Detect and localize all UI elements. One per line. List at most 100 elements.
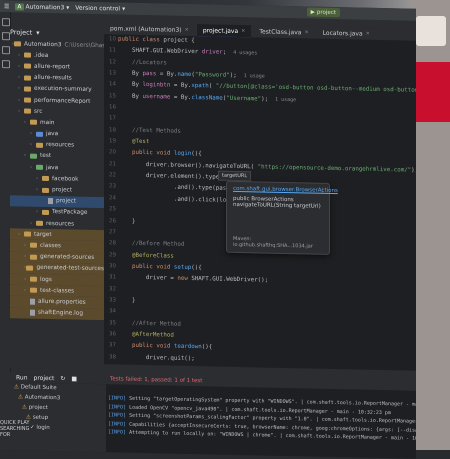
- code-token: (){: [202, 345, 212, 351]
- folder-icon: [24, 75, 31, 80]
- chevron-down-icon: ▾: [122, 5, 125, 12]
- log-level: [INFO]: [108, 395, 126, 401]
- line-number: 24: [104, 193, 118, 205]
- test-node-label: Default Suite: [21, 384, 57, 391]
- tree-row[interactable]: shaftEngine.log: [10, 307, 104, 320]
- tab-label: pom.xml (Automation3): [110, 25, 182, 34]
- project-tree: ›Automation3C:\Users\Ghassan\Idea›.idea›…: [10, 38, 104, 370]
- code-token: (){: [191, 265, 201, 271]
- code-token: = By.: [170, 94, 191, 100]
- line-number: 23: [104, 182, 118, 194]
- test-results-tree: ⚠ Default Suite⚠ Automation3⚠ project⚠ s…: [10, 382, 106, 452]
- folder-icon: [26, 265, 33, 270]
- code-token: 4 usages: [233, 50, 257, 57]
- line-number: 13: [104, 68, 118, 80]
- close-icon[interactable]: ×: [185, 27, 189, 33]
- folder-icon: [42, 176, 49, 181]
- close-icon[interactable]: ×: [366, 31, 370, 37]
- folder-icon: [36, 221, 43, 226]
- run-tab-label[interactable]: Run: [16, 374, 28, 381]
- project-panel-header[interactable]: Project ▾: [10, 27, 102, 39]
- line-number: 37: [104, 340, 118, 352]
- code-token: @AfterMethod: [118, 331, 174, 338]
- folder-icon: [30, 243, 37, 248]
- folder-icon: [30, 154, 37, 159]
- folder-icon: [14, 41, 21, 46]
- line-number: 35: [104, 318, 118, 330]
- rerun-icon[interactable]: ↻: [60, 375, 65, 382]
- tree-row-label: main: [40, 120, 54, 126]
- line-number: 11: [104, 46, 118, 58]
- run-config-selector[interactable]: ▶ project: [307, 7, 340, 17]
- file-icon: [30, 310, 35, 316]
- stop-icon[interactable]: ■: [71, 375, 77, 382]
- taskbar-text: SEARCHING FOR: [0, 426, 30, 438]
- tree-row-label: execution-summary: [34, 86, 92, 93]
- code-token: "https://opensource-demo.orangehrmlive.c…: [258, 164, 412, 173]
- line-number: 16: [104, 102, 118, 114]
- tree-row-label: project: [52, 187, 72, 193]
- code-token: name: [177, 72, 191, 78]
- tree-row-label: test: [40, 153, 51, 159]
- close-icon[interactable]: ×: [241, 28, 245, 34]
- hamburger-menu-icon[interactable]: ☰: [4, 3, 9, 10]
- vcs-label: Version control: [75, 4, 120, 12]
- line-number: 26: [104, 216, 118, 228]
- tree-row-label: logs: [40, 276, 52, 282]
- folder-icon[interactable]: [2, 18, 10, 26]
- run-config-tab[interactable]: project: [34, 374, 55, 381]
- line-number: 15: [104, 91, 118, 103]
- code-token: //Before Method: [118, 241, 184, 248]
- code-token: "Password": [195, 72, 230, 79]
- more-icon[interactable]: [2, 60, 10, 68]
- code-token: "Username": [226, 95, 261, 102]
- code-token: By: [118, 71, 142, 78]
- line-number: 30: [104, 261, 118, 273]
- tree-row-label: project: [56, 198, 76, 204]
- code-token: }: [118, 297, 135, 303]
- code-token: loginbtn: [142, 82, 170, 89]
- background-wall: [412, 0, 450, 450]
- line-number: 22: [104, 170, 118, 182]
- tree-row-label: allure-results: [34, 75, 72, 82]
- more-options-icon[interactable]: ⋮: [320, 188, 326, 194]
- code-token: driver.browser().navigateToURL(: [118, 161, 258, 170]
- project-panel-title: Project: [10, 28, 32, 36]
- code-token: public void: [118, 263, 174, 270]
- tab-label: Locators.java: [323, 29, 363, 37]
- line-number: 29: [104, 250, 118, 262]
- tree-row-label: src: [34, 108, 42, 114]
- code-token: new: [177, 276, 191, 282]
- structure-icon[interactable]: [2, 46, 10, 54]
- folder-icon: [42, 210, 49, 215]
- line-number: 33: [104, 295, 118, 307]
- commit-icon[interactable]: [2, 32, 10, 40]
- tree-row-label: .idea: [34, 52, 48, 58]
- code-token: //After Method: [118, 320, 181, 327]
- code-token: username: [142, 94, 170, 101]
- project-badge: A: [15, 3, 23, 10]
- run-console[interactable]: [INFO]Setting "targetOperatingSystem" pr…: [108, 394, 416, 458]
- param-hint: targetURL: [218, 171, 251, 182]
- close-icon[interactable]: ×: [304, 29, 308, 35]
- test-node-label: project: [29, 405, 48, 411]
- folder-icon: [24, 86, 31, 91]
- folder-icon: [42, 187, 49, 192]
- line-number: 32: [104, 284, 118, 296]
- line-number: 18: [104, 125, 118, 137]
- line-number: 31: [104, 272, 118, 284]
- vcs-menu[interactable]: Version control ▾: [75, 4, 125, 12]
- warning-icon: ⚠: [22, 404, 29, 410]
- tree-row-path: C:\Users\Ghassan\Idea: [64, 42, 104, 49]
- code-token: = By.: [156, 71, 177, 77]
- line-number: 12: [104, 57, 118, 69]
- folder-icon: [30, 288, 37, 293]
- code-token: SHAFT.GUI.WebDriver();: [191, 276, 268, 284]
- line-number-gutter: 1011121314151617181920212223242526272829…: [104, 34, 118, 364]
- code-token: SHAFT.GUI.WebDriver: [118, 48, 202, 56]
- line-number: 19: [104, 136, 118, 148]
- code-token: pass: [142, 71, 156, 77]
- code-token: ;: [223, 50, 233, 56]
- project-switcher[interactable]: A Automation3 ▾: [15, 3, 69, 11]
- tree-row-label: performanceReport: [34, 97, 90, 104]
